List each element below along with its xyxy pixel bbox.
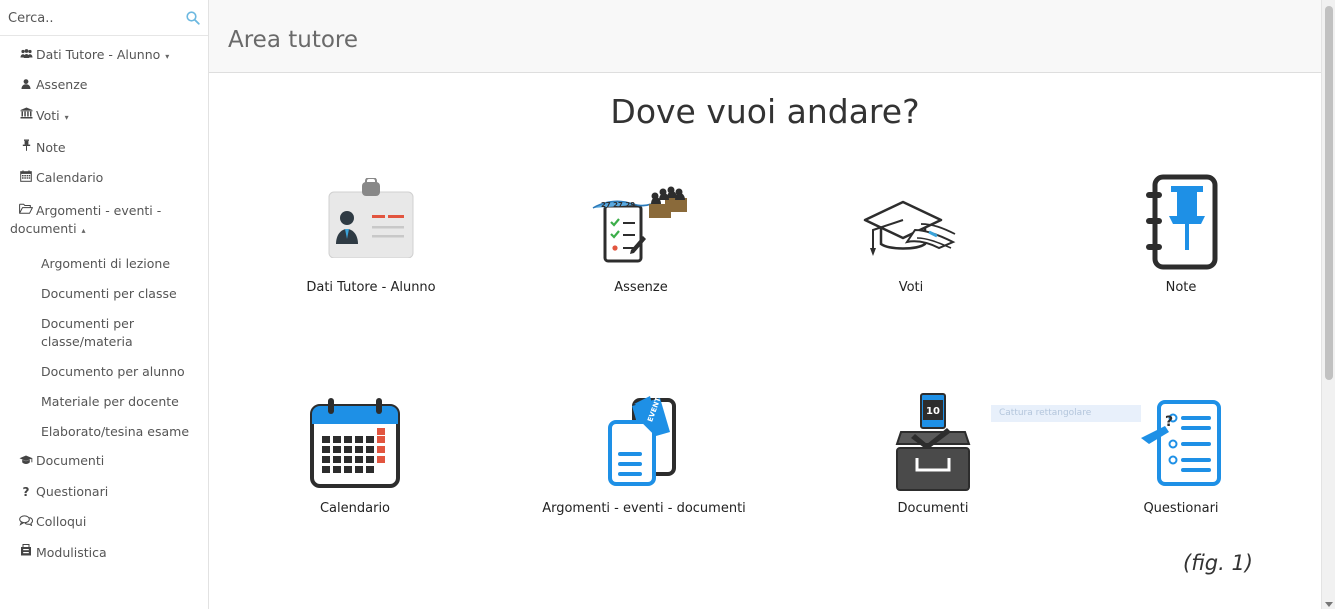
tile-note[interactable]: Note	[1056, 170, 1306, 300]
sidebar-subitem-documenti-classe[interactable]: Documenti per classe	[0, 278, 208, 308]
assenze-badge-text: 27 27 29	[601, 201, 635, 209]
tile-label: Note	[1165, 280, 1197, 295]
sidebar-item-dati-tutore[interactable]: Dati Tutore - Alunno ▾	[0, 36, 208, 70]
tile-label: Questionari	[1143, 501, 1219, 516]
search-icon[interactable]	[186, 11, 200, 25]
users-icon	[19, 47, 33, 65]
folder-open-icon	[19, 202, 33, 220]
tile-assenze[interactable]: 27 27 29 Assenze	[516, 170, 766, 300]
sidebar-item-argomenti[interactable]: Argomenti - eventi - documenti ▴	[0, 194, 208, 249]
sidebar: Dati Tutore - Alunno ▾ Assenze Voti ▾ Note…	[0, 0, 209, 609]
scrollbar[interactable]	[1321, 0, 1335, 609]
attendance-checklist-icon: 27 27 29	[592, 186, 687, 263]
tile-label: Argomenti - eventi - documenti	[542, 501, 746, 516]
sidebar-item-assenze[interactable]: Assenze	[0, 70, 208, 101]
tile-voti[interactable]: Voti	[786, 170, 1036, 300]
sidebar-item-label: Calendario	[36, 170, 104, 185]
scroll-down-arrow-icon[interactable]	[1325, 602, 1333, 607]
question-icon: ?	[22, 485, 30, 499]
sidebar-item-colloqui[interactable]: Colloqui	[0, 507, 208, 538]
figure-caption: (fig. 1)	[1183, 551, 1253, 575]
notebook-pin-icon	[1146, 174, 1218, 270]
caret-up-icon: ▴	[81, 226, 86, 235]
scrollbar-thumb[interactable]	[1325, 6, 1333, 380]
sidebar-item-label: Documenti	[36, 453, 105, 468]
graduation-cap-icon	[19, 453, 33, 471]
search-box	[0, 0, 209, 36]
sidebar-item-label: Dati Tutore - Alunno	[36, 47, 161, 62]
questionnaire-icon: ?	[1141, 400, 1221, 486]
sidebar-subitem-documento-alunno[interactable]: Documento per alunno	[0, 356, 208, 386]
sidebar-item-label: Argomenti - eventi -	[36, 202, 162, 218]
comments-icon	[19, 514, 34, 532]
graduation-cap-diploma-icon	[863, 200, 956, 256]
sidebar-menu: Dati Tutore - Alunno ▾ Assenze Voti ▾ Note…	[0, 36, 208, 568]
user-icon	[19, 77, 33, 95]
caret-down-icon: ▾	[64, 112, 69, 122]
sidebar-item-label: Questionari	[36, 483, 109, 499]
sidebar-item-label-line2: documenti	[10, 221, 77, 236]
sidebar-subitem-label: Documenti per	[41, 316, 134, 331]
sidebar-item-modulistica[interactable]: Modulistica	[0, 538, 208, 569]
sidebar-subitem-label-line2: classe/materia	[41, 334, 133, 349]
page-header: Area tutore	[209, 0, 1321, 73]
tile-label: Documenti	[897, 501, 969, 516]
tile-calendario[interactable]: Calendario	[230, 392, 480, 522]
sidebar-item-questionari[interactable]: ? Questionari	[0, 477, 208, 508]
documenti-badge-text: 10	[926, 406, 940, 417]
id-card-icon	[328, 178, 414, 258]
tile-label: Voti	[898, 280, 924, 295]
sidebar-item-calendario[interactable]: Calendario	[0, 163, 208, 194]
caret-down-icon: ▾	[165, 52, 170, 61]
sidebar-item-voti[interactable]: Voti ▾	[0, 101, 208, 133]
tile-label: Assenze	[614, 280, 668, 295]
document-event-icon: EVENT	[608, 396, 676, 486]
search-input[interactable]	[0, 0, 209, 36]
sidebar-subitem-documenti-classe-materia[interactable]: Documenti per classe/materia	[0, 308, 208, 356]
tile-dati-tutore[interactable]: Dati Tutore - Alunno	[246, 170, 496, 300]
sidebar-item-label: Voti	[36, 107, 60, 123]
page-title: Area tutore	[228, 27, 359, 53]
calendar-icon	[19, 169, 33, 188]
sidebar-item-documenti[interactable]: Documenti	[0, 446, 208, 477]
sidebar-subitem-elaborato-tesina[interactable]: Elaborato/tesina esame	[0, 416, 208, 446]
tile-argomenti[interactable]: EVENT Argomenti - eventi - documenti	[519, 392, 769, 522]
file-cabinet-icon	[19, 544, 33, 562]
tile-label: Dati Tutore - Alunno	[306, 280, 436, 295]
calendar-icon	[310, 398, 400, 488]
sidebar-item-label: Assenze	[36, 77, 88, 92]
sidebar-submenu: Argomenti di lezione Documenti per class…	[0, 248, 208, 446]
tile-label: Calendario	[319, 501, 391, 516]
bank-icon	[19, 107, 33, 125]
sidebar-item-label: Modulistica	[36, 544, 107, 560]
sidebar-item-note[interactable]: Note	[0, 133, 208, 164]
svg-text:?: ?	[1165, 414, 1173, 430]
sidebar-item-label: Note	[36, 139, 66, 155]
sidebar-item-label: Colloqui	[36, 514, 87, 529]
sidebar-subitem-argomenti-lezione[interactable]: Argomenti di lezione	[0, 248, 208, 278]
sidebar-subitem-materiale-docente[interactable]: Materiale per docente	[0, 386, 208, 416]
tile-questionari[interactable]: ? Questionari	[1056, 392, 1306, 522]
document-tray-icon: 10	[895, 393, 971, 491]
pin-icon	[19, 139, 33, 157]
main-heading: Dove vuoi andare?	[610, 92, 920, 131]
